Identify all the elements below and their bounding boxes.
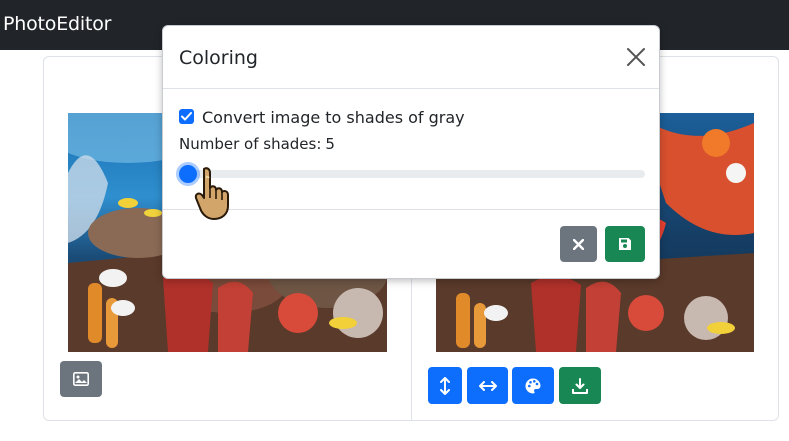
- load-image-button[interactable]: [60, 361, 102, 397]
- hand-pointer-cursor: [194, 166, 238, 222]
- checkmark-icon: [181, 112, 192, 121]
- close-icon: [573, 238, 584, 250]
- shades-slider[interactable]: [179, 165, 645, 183]
- flip-vertical-icon: [440, 376, 450, 395]
- cancel-button[interactable]: [560, 226, 597, 262]
- brand-title[interactable]: PhotoEditor: [3, 13, 111, 35]
- flip-horizontal-icon: [478, 380, 497, 391]
- modal-close-button[interactable]: [625, 46, 647, 68]
- download-button[interactable]: [559, 367, 601, 404]
- close-icon: [627, 48, 645, 66]
- coloring-modal: Coloring Convert image to shades of gray…: [162, 25, 660, 279]
- download-icon: [572, 377, 588, 394]
- coloring-button[interactable]: [512, 367, 554, 404]
- flip-horizontal-button[interactable]: [467, 367, 508, 404]
- palette-icon: [525, 378, 541, 394]
- modal-title: Coloring: [179, 47, 258, 69]
- grayscale-checkbox-label[interactable]: Convert image to shades of gray: [202, 108, 465, 127]
- shades-label-text: Number of shades:: [179, 135, 322, 153]
- shades-value: 5: [325, 135, 335, 153]
- save-icon: [619, 238, 631, 250]
- grayscale-checkbox[interactable]: [179, 109, 194, 124]
- image-icon: [73, 372, 89, 386]
- flip-vertical-button[interactable]: [428, 367, 462, 404]
- shades-label: Number of shades: 5: [179, 135, 335, 153]
- save-button[interactable]: [605, 226, 645, 262]
- modal-header-divider: [163, 88, 659, 89]
